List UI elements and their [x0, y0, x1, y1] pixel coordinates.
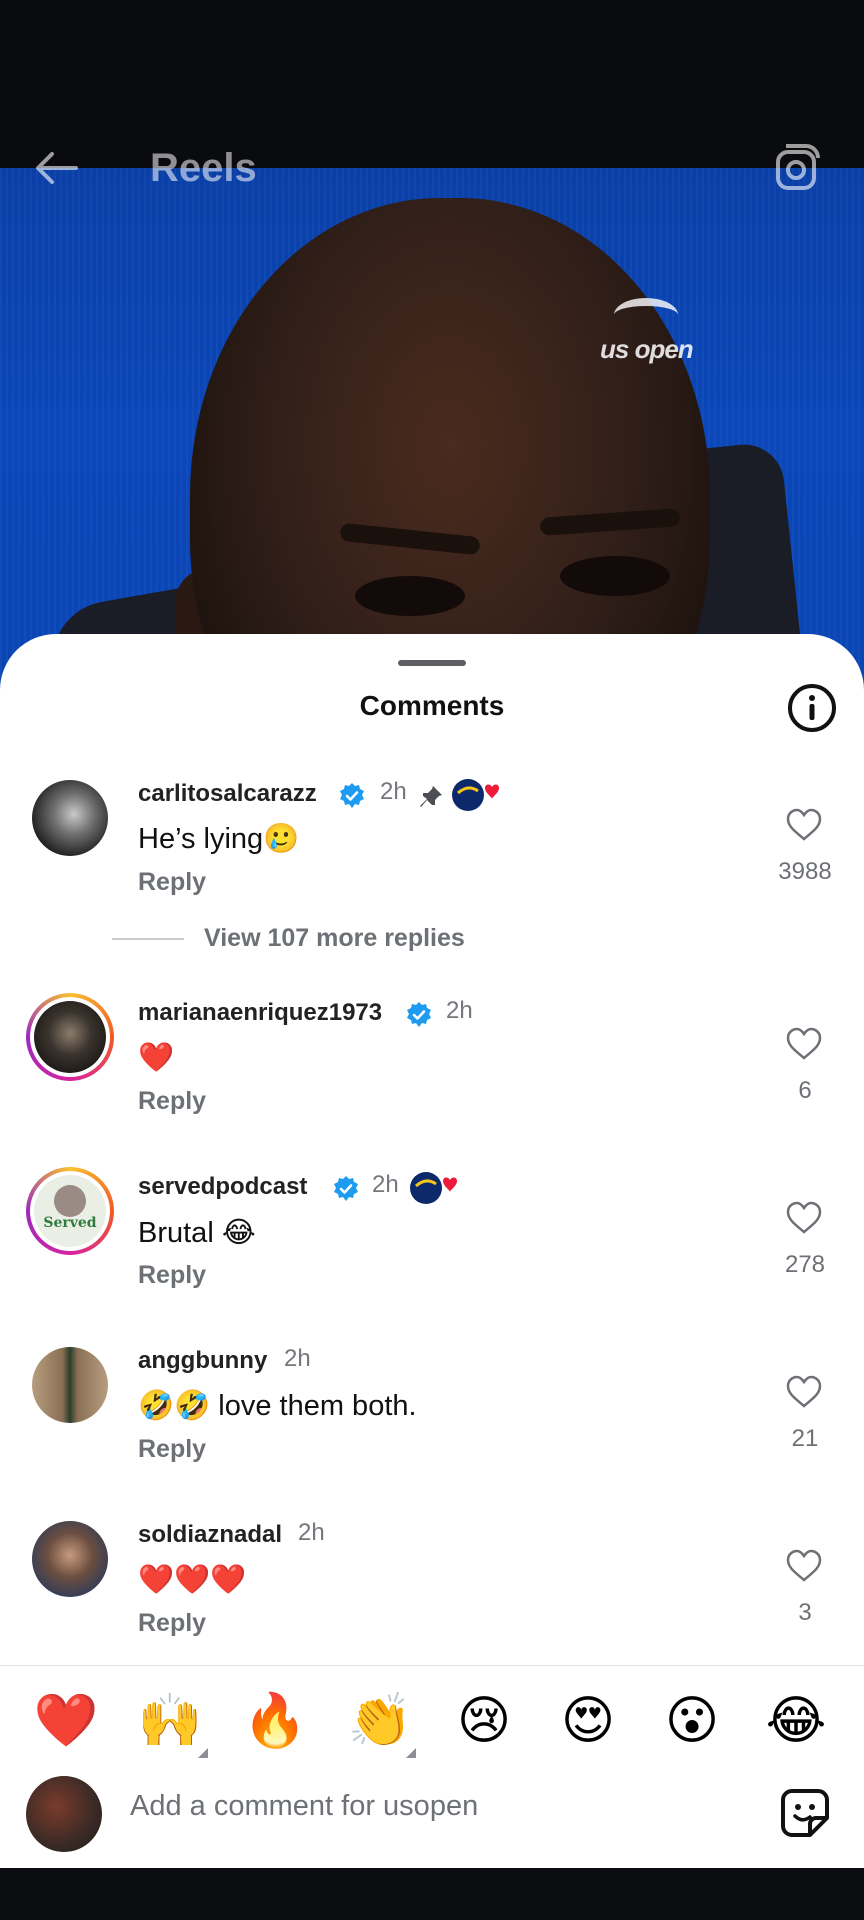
avatar[interactable]: [32, 1521, 108, 1597]
info-icon[interactable]: [786, 682, 838, 734]
comment-text: ❤️❤️❤️: [138, 1564, 247, 1596]
verified-badge-icon: [334, 1176, 358, 1201]
us-open-watermark-text: us open: [600, 334, 694, 364]
video-subject-eye: [560, 556, 670, 596]
sheet-title: Comments: [359, 690, 505, 721]
skin-tone-indicator-icon: [406, 1748, 416, 1758]
sheet-drag-handle[interactable]: [398, 660, 466, 666]
reaction-emoji-raised-hands[interactable]: 🙌: [130, 1686, 210, 1756]
reaction-emoji-fire[interactable]: 🔥: [235, 1686, 315, 1756]
avatar[interactable]: [32, 1347, 108, 1423]
system-nav-bar: [0, 1868, 864, 1920]
comment-composer: Add a comment for usopen: [0, 1768, 864, 1868]
skin-tone-indicator-icon: [198, 1748, 208, 1758]
quick-reactions-bar: ❤️ 🙌 🔥 👏 😢 😍 😮 😂: [0, 1686, 864, 1766]
like-count: 278: [784, 1251, 826, 1278]
comment-username[interactable]: soldiaznadal: [138, 1521, 282, 1549]
like-count: 6: [798, 1077, 812, 1104]
avatar-photo: Served: [34, 1175, 106, 1247]
comment-time: 2h: [372, 1171, 399, 1198]
camera-icon[interactable]: [770, 142, 822, 194]
us-open-watermark: us open: [600, 298, 694, 365]
comment-time: 2h: [380, 778, 407, 805]
comments-sheet: Comments carlitosalcarazz 2h He’s lying🥲…: [0, 634, 864, 1868]
like-heart-icon[interactable]: [786, 1201, 822, 1235]
like-heart-icon[interactable]: [786, 1375, 822, 1409]
avatar[interactable]: [32, 780, 108, 856]
comment-time: 2h: [298, 1519, 325, 1546]
reply-button[interactable]: Reply: [138, 1609, 206, 1638]
comment-username[interactable]: marianaenriquez1973: [138, 999, 382, 1027]
reaction-emoji-surprised[interactable]: 😮: [652, 1686, 732, 1756]
comment-item: carlitosalcarazz 2h He’s lying🥲 Reply 39…: [0, 768, 864, 928]
reply-button[interactable]: Reply: [138, 1261, 206, 1290]
reaction-emoji-crying[interactable]: 😢: [444, 1686, 524, 1756]
sticker-icon[interactable]: [780, 1788, 830, 1838]
us-open-logo-swoosh: [614, 298, 678, 332]
divider: [0, 1665, 864, 1666]
creator-heart-icon: [452, 779, 499, 811]
my-avatar: [26, 1776, 102, 1852]
comment-item: soldiaznadal 2h ❤️❤️❤️ Reply 3: [0, 1509, 864, 1669]
reply-button[interactable]: Reply: [138, 1435, 206, 1464]
reaction-emoji-heart[interactable]: ❤️: [26, 1686, 106, 1756]
comment-text: 🤣🤣 love them both.: [138, 1390, 417, 1422]
avatar-face: [54, 1185, 86, 1217]
comment-text: ❤️: [138, 1042, 175, 1074]
like-heart-icon[interactable]: [786, 808, 822, 842]
reaction-emoji-clap[interactable]: 👏: [340, 1686, 420, 1756]
comment-text: Brutal 😂: [138, 1217, 256, 1249]
pin-icon: [420, 786, 442, 807]
avatar[interactable]: Served: [26, 1167, 114, 1255]
reaction-emoji-heart-eyes[interactable]: 😍: [548, 1686, 628, 1756]
like-heart-icon[interactable]: [786, 1549, 822, 1583]
creator-heart-icon: [410, 1172, 457, 1204]
back-arrow-icon[interactable]: [30, 146, 86, 190]
liked-by-author-badge: [410, 1171, 458, 1205]
page-title: Reels: [150, 146, 257, 190]
video-subject-eye: [355, 576, 465, 616]
verified-badge-icon: [340, 783, 364, 808]
like-count: 3988: [778, 858, 832, 885]
reply-button[interactable]: Reply: [138, 1087, 206, 1116]
thread-line: [112, 938, 184, 941]
comment-item: marianaenriquez1973 2h ❤️ Reply 6: [0, 987, 864, 1147]
comment-username[interactable]: servedpodcast: [138, 1173, 307, 1201]
comment-username[interactable]: anggbunny: [138, 1347, 267, 1375]
view-more-replies[interactable]: View 107 more replies: [112, 924, 465, 953]
avatar-photo: [34, 1001, 106, 1073]
comment-item: anggbunny 2h 🤣🤣 love them both. Reply 21: [0, 1335, 864, 1495]
liked-by-author-badge: [452, 778, 500, 812]
comment-text: He’s lying🥲: [138, 823, 300, 855]
avatar[interactable]: [26, 993, 114, 1081]
comment-item: Served servedpodcast 2h Brutal 😂 Reply 2…: [0, 1161, 864, 1321]
like-count: 3: [798, 1599, 812, 1626]
reaction-emoji-laughing[interactable]: 😂: [756, 1686, 836, 1756]
comment-username[interactable]: carlitosalcarazz: [138, 780, 317, 808]
reply-button[interactable]: Reply: [138, 868, 206, 897]
comment-time: 2h: [446, 997, 473, 1024]
verified-badge-icon: [407, 1002, 431, 1027]
like-count: 21: [791, 1425, 819, 1452]
like-heart-icon[interactable]: [786, 1027, 822, 1061]
reels-top-bar: Reels: [0, 128, 864, 208]
avatar-brand-text: Served: [43, 1215, 97, 1231]
comment-input[interactable]: Add a comment for usopen: [130, 1790, 478, 1823]
comment-time: 2h: [284, 1345, 311, 1372]
view-more-replies-label: View 107 more replies: [204, 924, 465, 952]
